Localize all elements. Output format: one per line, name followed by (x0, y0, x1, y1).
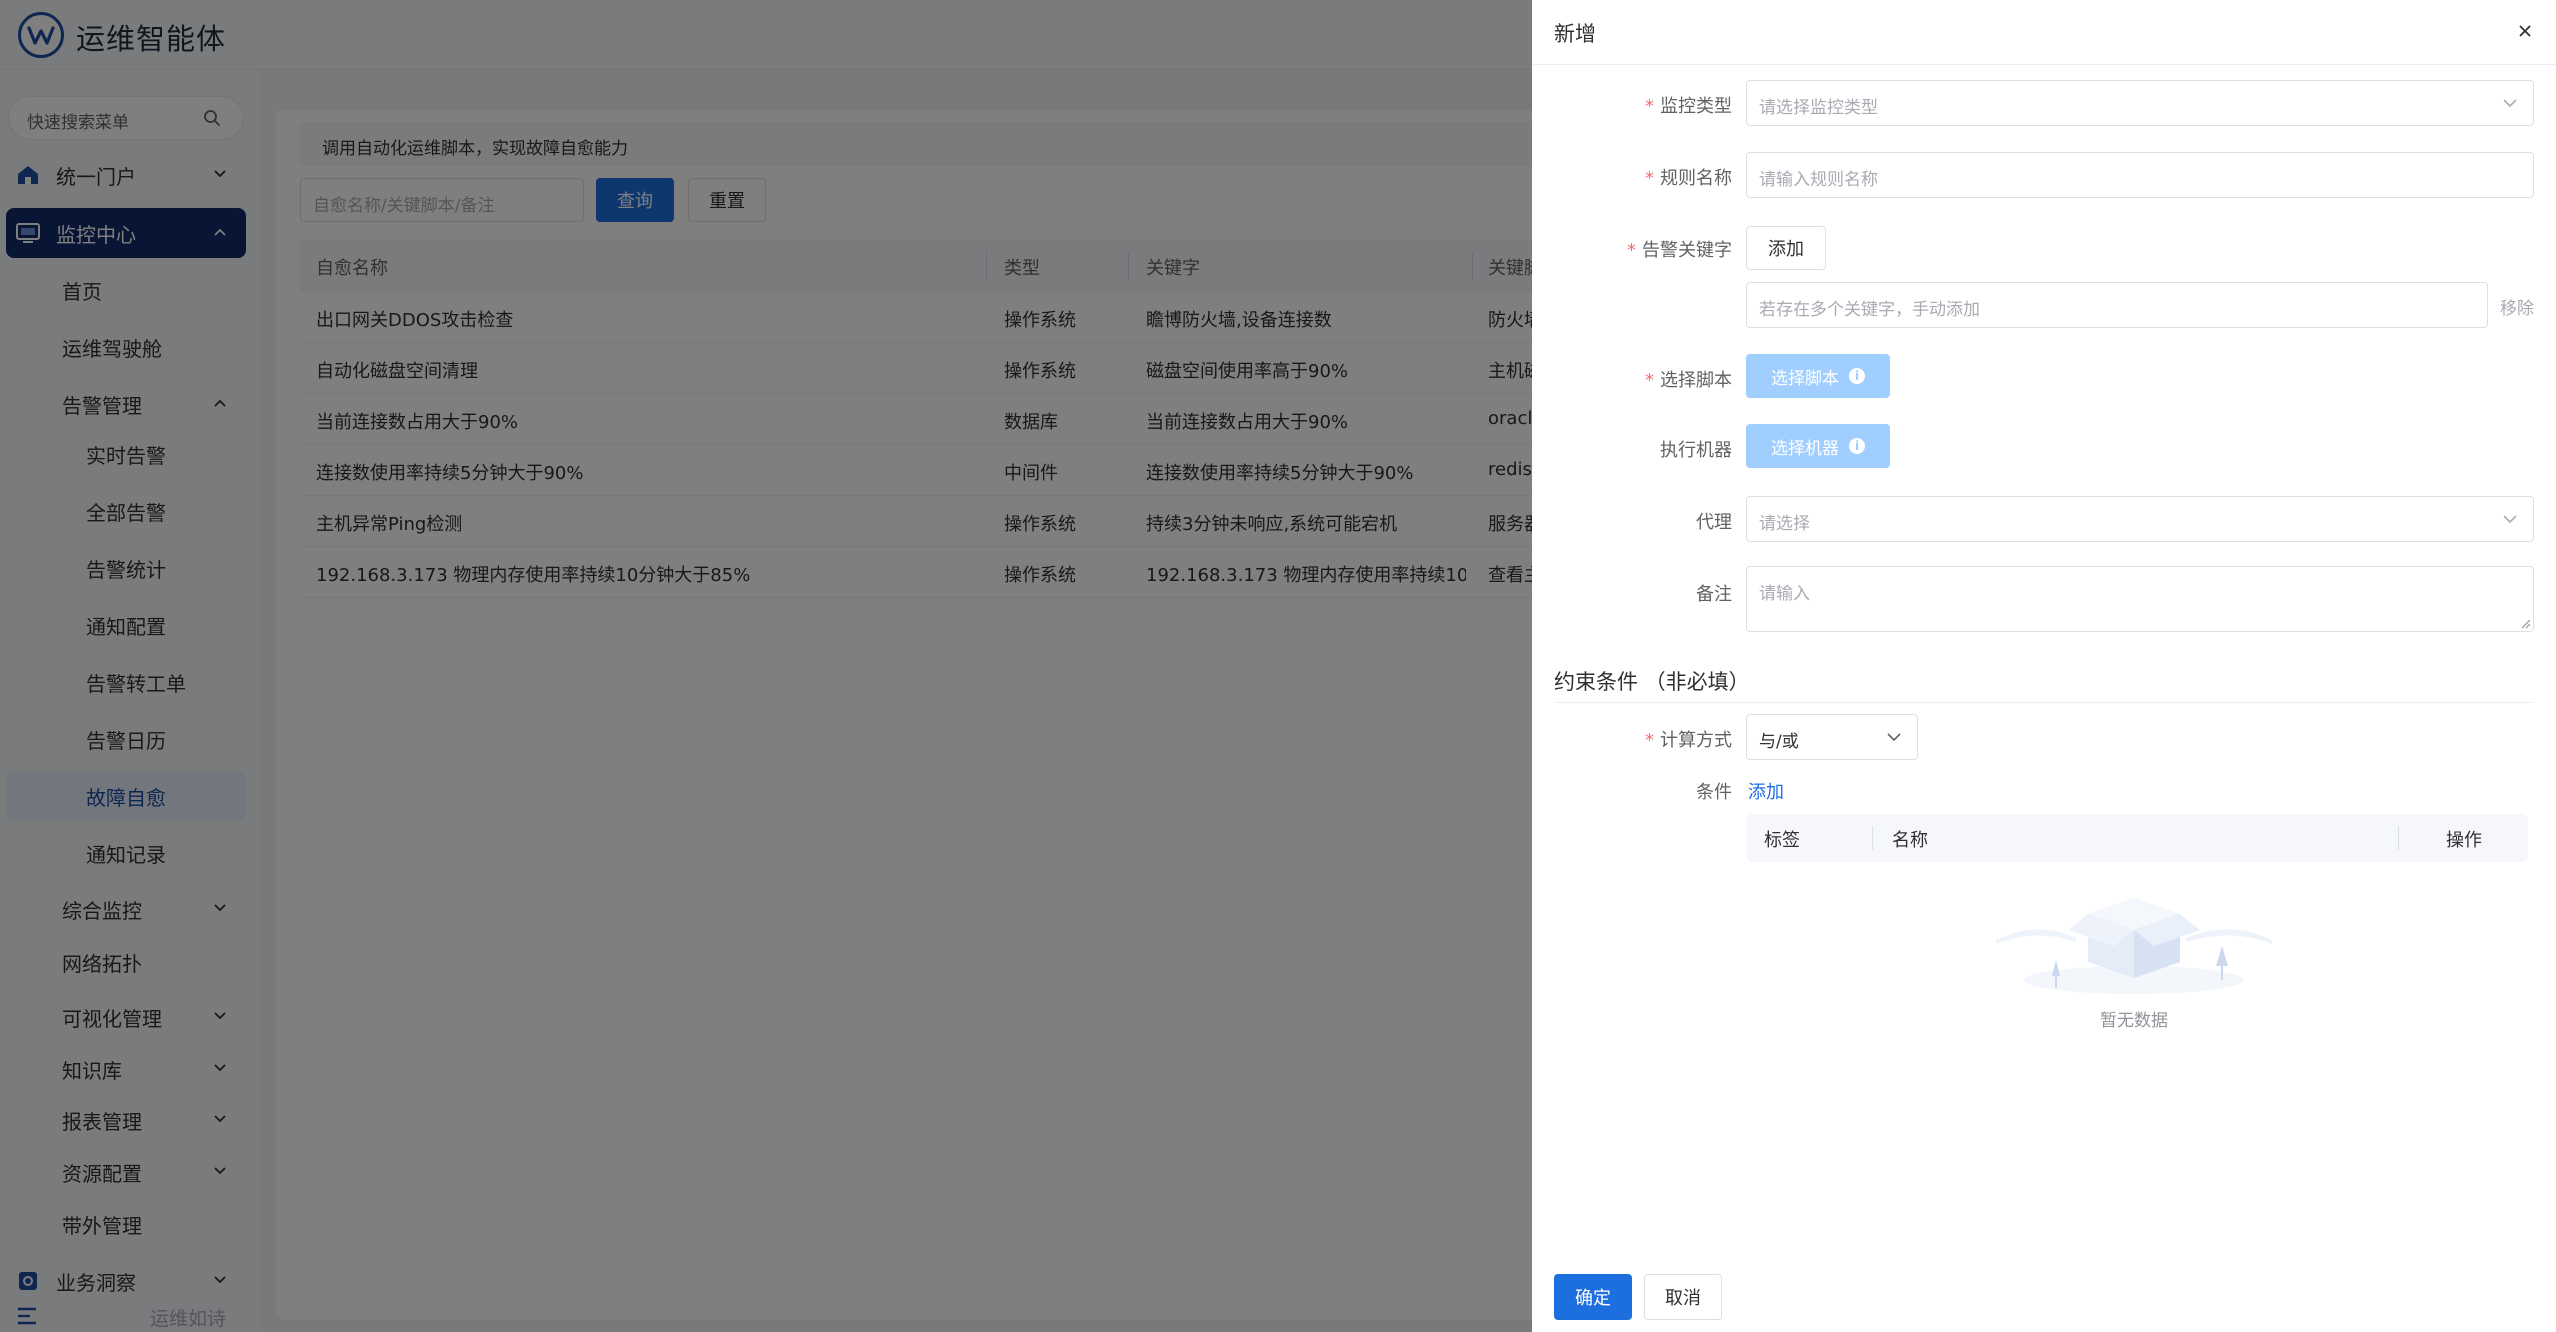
add-keyword-button[interactable]: 添加 (1746, 226, 1826, 270)
required-mark: * (1645, 730, 1654, 751)
required-mark: * (1645, 370, 1654, 391)
select-machine-button[interactable]: 选择机器 i (1746, 424, 1890, 468)
empty-text: 暂无数据 (2100, 1011, 2168, 1031)
add-condition-link[interactable]: 添加 (1748, 778, 1784, 804)
chevron-down-icon (2503, 99, 2517, 108)
condition-label: 条件 (1696, 782, 1732, 803)
drawer-divider (1532, 64, 2556, 65)
remark-placeholder: 请输入 (1759, 584, 1810, 604)
alert-keyword-label: * 告警关键字 (1627, 240, 1732, 261)
info-icon: i (1849, 368, 1865, 384)
chevron-down-icon (1887, 733, 1901, 742)
constraints-title: 约束条件 （非必填） (1554, 670, 1750, 694)
column-divider (1872, 826, 1873, 850)
close-icon[interactable] (2516, 22, 2534, 40)
required-mark: * (1645, 96, 1654, 117)
empty-box-illustration (1996, 898, 2272, 994)
monitor-type-label: * 监控类型 (1645, 96, 1732, 117)
keyword-placeholder: 若存在多个关键字，手动添加 (1759, 300, 1980, 320)
proxy-label: 代理 (1696, 512, 1732, 533)
modal-overlay[interactable] (0, 0, 1532, 1332)
confirm-button[interactable]: 确定 (1554, 1274, 1632, 1320)
select-script-button[interactable]: 选择脚本 i (1746, 354, 1890, 398)
drawer-title: 新增 (1554, 22, 1596, 46)
resize-handle-icon[interactable] (2519, 617, 2531, 629)
column-header: 名称 (1892, 830, 1928, 851)
remark-label: 备注 (1696, 584, 1732, 605)
exec-machine-label: 执行机器 (1660, 440, 1732, 461)
monitor-type-placeholder: 请选择监控类型 (1759, 98, 1878, 118)
select-machine-label-text: 选择机器 (1771, 438, 1839, 459)
calc-method-select[interactable]: 与/或 (1746, 714, 1918, 760)
proxy-select[interactable]: 请选择 (1746, 496, 2534, 542)
column-divider (2398, 826, 2399, 850)
rule-name-placeholder: 请输入规则名称 (1759, 170, 1878, 190)
rule-name-input[interactable]: 请输入规则名称 (1746, 152, 2534, 198)
chevron-down-icon (2503, 515, 2517, 524)
section-divider (1554, 702, 2534, 703)
column-header: 操作 (2446, 830, 2482, 851)
calc-method-value: 与/或 (1759, 732, 1799, 752)
required-mark: * (1645, 168, 1654, 189)
proxy-placeholder: 请选择 (1759, 514, 1810, 534)
keyword-input[interactable]: 若存在多个关键字，手动添加 (1746, 282, 2488, 328)
required-mark: * (1627, 240, 1636, 261)
select-script-label-text: 选择脚本 (1771, 368, 1839, 389)
cancel-button[interactable]: 取消 (1644, 1274, 1722, 1320)
monitor-type-select[interactable]: 请选择监控类型 (1746, 80, 2534, 126)
remark-textarea[interactable]: 请输入 (1746, 566, 2534, 632)
calc-method-label: * 计算方式 (1645, 730, 1732, 751)
column-header: 标签 (1764, 830, 1800, 851)
condition-table-header: 标签 名称 操作 (1746, 814, 2528, 862)
remove-keyword-link[interactable]: 移除 (2500, 294, 2534, 319)
select-script-label: * 选择脚本 (1645, 370, 1732, 391)
rule-name-label: * 规则名称 (1645, 168, 1732, 189)
info-icon: i (1849, 438, 1865, 454)
